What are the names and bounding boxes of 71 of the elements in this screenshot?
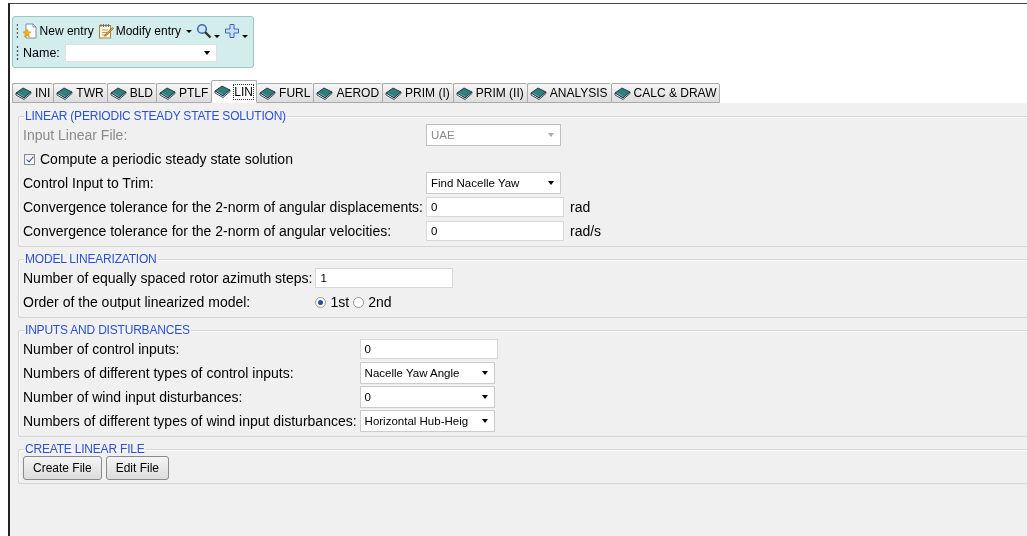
notepad-pencil-icon bbox=[97, 23, 114, 39]
tab[interactable]: INI bbox=[12, 83, 54, 103]
field-label: Number of control inputs: bbox=[23, 340, 181, 359]
tab[interactable]: LIN bbox=[211, 80, 258, 103]
input-field[interactable]: 0 bbox=[359, 339, 498, 359]
book-icon bbox=[56, 86, 74, 100]
book-icon bbox=[159, 86, 176, 100]
radio-label: 1st bbox=[330, 294, 350, 310]
unit-label: rad/s bbox=[569, 223, 602, 239]
tab[interactable]: TWR bbox=[53, 83, 107, 103]
checkbox-label: Compute a periodic steady state solution bbox=[40, 151, 293, 167]
field-label: Numbers of different types of wind input disturbances: bbox=[23, 412, 357, 431]
tab[interactable]: PTLF bbox=[156, 83, 212, 103]
section-title: CREATE LINEAR FILE bbox=[24, 442, 146, 456]
input-field[interactable]: 0 bbox=[426, 197, 564, 217]
book-icon bbox=[15, 86, 32, 100]
book-icon bbox=[613, 86, 631, 100]
radio-button[interactable] bbox=[315, 296, 327, 308]
section-title: INPUTS AND DISTURBANCES bbox=[24, 323, 191, 337]
tab[interactable]: BLD bbox=[106, 83, 156, 103]
book-icon bbox=[455, 86, 473, 100]
field-label: Order of the output linearized model: bbox=[23, 293, 252, 312]
new-entry-button[interactable]: New entry bbox=[21, 22, 95, 40]
grip-handle[interactable] bbox=[16, 23, 18, 39]
tab[interactable]: CALC & DRAW bbox=[610, 83, 721, 103]
caret-icon bbox=[203, 51, 210, 55]
field-label: Numbers of different types of control inputs: bbox=[23, 364, 295, 383]
plus-icon bbox=[224, 23, 240, 39]
search-button[interactable] bbox=[195, 22, 221, 40]
tab[interactable]: AEROD bbox=[313, 83, 383, 103]
button[interactable]: Edit File bbox=[105, 455, 170, 480]
dropdown[interactable]: Nacelle Yaw Angle bbox=[359, 362, 495, 384]
book-icon bbox=[316, 86, 334, 100]
tab[interactable]: FURL bbox=[257, 83, 314, 103]
field-label: Control Input to Trim: bbox=[23, 174, 155, 193]
tab[interactable]: ANALYSIS bbox=[526, 83, 611, 103]
input-field[interactable]: 1 bbox=[315, 268, 454, 288]
caret-icon bbox=[481, 419, 488, 423]
field-label: Convergence tolerance for the 2-norm of angular velocities: bbox=[23, 222, 393, 241]
field-label: Input Linear File: bbox=[23, 126, 129, 145]
new-document-icon bbox=[22, 23, 38, 39]
tab[interactable]: PRIM (II) bbox=[452, 83, 527, 103]
book-icon bbox=[529, 86, 547, 100]
checkbox[interactable] bbox=[24, 153, 35, 165]
radio-button[interactable] bbox=[353, 296, 365, 308]
section-title: LINEAR (PERIODIC STEADY STATE SOLUTION) bbox=[24, 109, 287, 123]
book-icon bbox=[109, 86, 127, 100]
section-title: MODEL LINEARIZATION bbox=[24, 252, 158, 266]
book-icon bbox=[214, 85, 232, 98]
book-icon bbox=[385, 86, 403, 100]
dropdown[interactable]: Horizontal Hub-Heig bbox=[359, 410, 495, 432]
dropdown[interactable]: 0 bbox=[359, 386, 495, 408]
unit-label: rad bbox=[569, 199, 592, 215]
button[interactable]: Create File bbox=[23, 455, 102, 480]
grip-handle[interactable] bbox=[16, 45, 19, 61]
modify-entry-button[interactable]: Modify entry bbox=[96, 22, 193, 40]
tab[interactable]: PRIM (I) bbox=[382, 83, 453, 103]
radio-label: 2nd bbox=[368, 294, 392, 310]
caret-icon bbox=[481, 395, 488, 399]
caret-icon bbox=[481, 371, 488, 375]
field-label: Number of equally spaced rotor azimuth steps: bbox=[23, 269, 313, 288]
name-label: Name: bbox=[23, 46, 60, 60]
book-icon bbox=[259, 86, 277, 100]
caret-icon bbox=[548, 181, 554, 185]
field-label: Number of wind input disturbances: bbox=[23, 388, 244, 407]
search-icon bbox=[196, 23, 212, 39]
add-button[interactable] bbox=[223, 22, 249, 40]
caret-icon bbox=[548, 133, 554, 137]
field-label: Convergence tolerance for the 2-norm of angular displacements: bbox=[23, 198, 423, 217]
dropdown[interactable]: Find Nacelle Yaw bbox=[426, 172, 561, 194]
input-field[interactable]: 0 bbox=[426, 221, 564, 241]
